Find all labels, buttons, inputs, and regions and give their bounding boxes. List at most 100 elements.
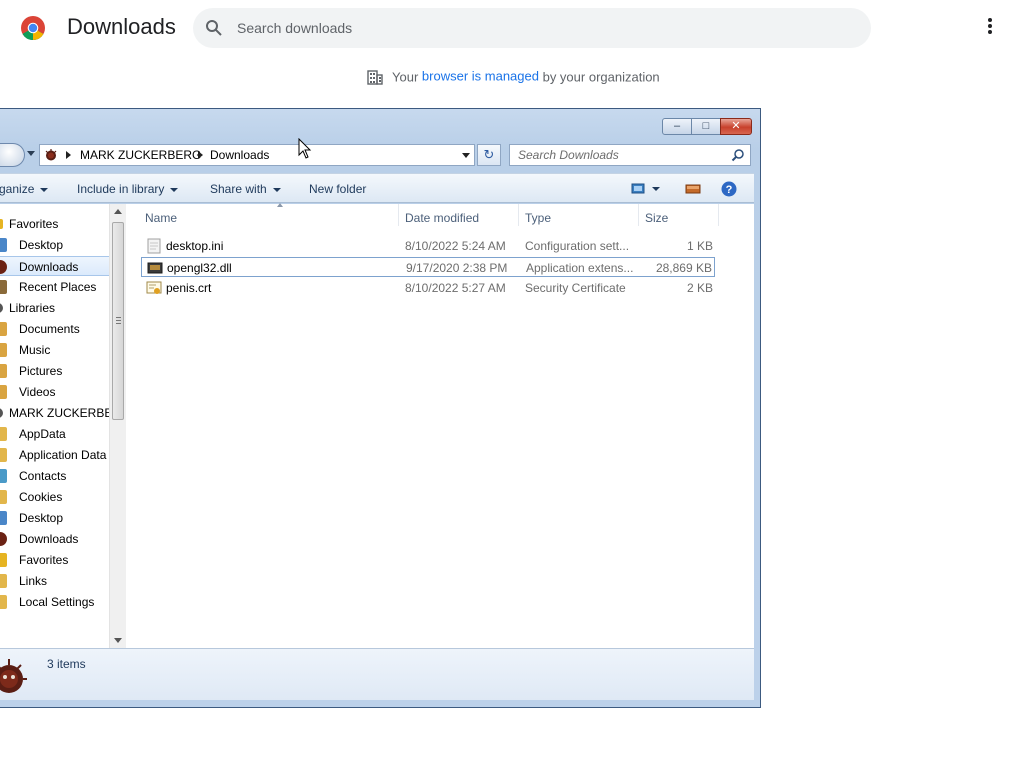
view-options-dropdown-icon[interactable]	[652, 187, 660, 191]
maximize-button[interactable]: □	[691, 118, 721, 135]
videos-icon	[0, 385, 7, 399]
include-in-library-menu[interactable]: Include in library	[77, 182, 179, 196]
scroll-up-icon[interactable]	[114, 209, 122, 214]
nav-item-label: Documents	[19, 322, 80, 336]
ini-file-icon	[147, 238, 161, 254]
pictures-icon	[0, 364, 7, 378]
managed-suffix: by your organization	[542, 69, 660, 85]
folder-shortcut-icon	[0, 490, 7, 504]
file-name: desktop.ini	[166, 239, 224, 253]
breadcrumb-separator-icon[interactable]	[198, 151, 203, 159]
nav-item-label: Favorites	[9, 217, 59, 231]
file-size: 1 KB	[686, 239, 713, 253]
dll-file-icon	[147, 262, 163, 274]
scroll-down-icon[interactable]	[114, 638, 122, 643]
nav-item-label: Contacts	[19, 469, 67, 483]
address-bar[interactable]: MARK ZUCKERBERG Downloads	[39, 144, 475, 166]
nav-item-mark-zuckerber[interactable]: MARK ZUCKERBER	[0, 403, 109, 423]
more-actions-icon[interactable]	[980, 16, 1000, 40]
file-row[interactable]: opengl32.dll 9/17/2020 2:38 PM Application…	[141, 257, 715, 277]
nav-item-label: Links	[19, 574, 48, 588]
nav-item-desktop[interactable]: Desktop	[0, 235, 109, 255]
chrome-downloads-header: Downloads Search downloads	[0, 0, 1024, 56]
star-icon	[0, 553, 7, 567]
help-icon[interactable]: ?	[721, 181, 737, 197]
column-header-name[interactable]: Name	[139, 203, 399, 226]
nav-item-label: Pictures	[19, 364, 63, 378]
breadcrumb-downloads[interactable]: Downloads	[210, 148, 269, 162]
nav-item-favorites[interactable]: Favorites	[0, 550, 109, 570]
nav-item-libraries[interactable]: Libraries	[0, 298, 109, 318]
search-icon[interactable]	[731, 148, 745, 162]
recent-pages-dropdown-icon[interactable]	[27, 151, 35, 156]
nav-item-videos[interactable]: Videos	[0, 382, 109, 402]
explorer-search-input[interactable]: Search Downloads	[509, 144, 751, 166]
nav-item-local-settings[interactable]: Local Settings	[0, 592, 109, 612]
nav-item-recent-places[interactable]: Recent Places	[0, 277, 109, 297]
explorer-window: – □ ✕ MARK ZUCKERBERG Downloads ↻ Search…	[0, 108, 761, 708]
star-icon	[0, 219, 3, 229]
refresh-button[interactable]: ↻	[477, 144, 501, 166]
navigation-row: MARK ZUCKERBERG Downloads ↻ Search Downl…	[0, 143, 761, 167]
column-header-date-modified[interactable]: Date modified	[399, 204, 519, 226]
share-with-menu[interactable]: Share with	[210, 182, 281, 196]
scrollbar-thumb[interactable]	[112, 222, 124, 420]
column-header-type[interactable]: Type	[519, 204, 639, 226]
nav-item-links[interactable]: Links	[0, 571, 109, 591]
nav-item-downloads[interactable]: Downloads	[0, 529, 109, 549]
nav-item-desktop[interactable]: Desktop	[0, 508, 109, 528]
minimize-button[interactable]: –	[662, 118, 692, 135]
nav-item-label: Videos	[19, 385, 56, 399]
sort-ascending-icon	[277, 203, 283, 207]
new-folder-button[interactable]: New folder	[309, 182, 366, 196]
file-date-modified: 8/10/2022 5:24 AM	[405, 239, 506, 253]
nav-item-label: Music	[19, 343, 51, 357]
building-icon	[367, 70, 383, 85]
breadcrumb-user[interactable]: MARK ZUCKERBERG	[80, 148, 201, 162]
contacts-icon	[0, 469, 7, 483]
nav-item-favorites[interactable]: Favorites	[0, 214, 109, 234]
nav-item-label: MARK ZUCKERBER	[9, 406, 109, 420]
nav-item-label: Downloads	[19, 260, 79, 274]
nav-item-cookies[interactable]: Cookies	[0, 487, 109, 507]
column-header-size[interactable]: Size	[639, 204, 719, 226]
documents-icon	[0, 322, 7, 336]
user-folder-icon	[45, 149, 57, 161]
search-placeholder: Search downloads	[237, 20, 353, 36]
search-icon	[206, 20, 222, 36]
file-list: Name Date modified Type Size desktop.ini…	[127, 203, 754, 648]
nav-item-appdata[interactable]: AppData	[0, 424, 109, 444]
managed-prefix: Your	[392, 69, 419, 85]
organize-menu[interactable]: ganize	[0, 182, 49, 196]
folder-shortcut-icon	[0, 595, 7, 609]
downloads-search-input[interactable]: Search downloads	[193, 8, 871, 48]
svg-text:?: ?	[726, 184, 733, 196]
mouse-cursor-icon	[298, 138, 312, 159]
file-row[interactable]: penis.crt 8/10/2022 5:27 AM Security Certi…	[141, 278, 715, 298]
file-size: 2 KB	[686, 281, 713, 295]
file-row[interactable]: desktop.ini 8/10/2022 5:24 AM Configuratio…	[141, 236, 715, 256]
close-button[interactable]: ✕	[720, 118, 752, 135]
navigation-scrollbar[interactable]	[109, 204, 126, 648]
change-view-icon[interactable]	[631, 181, 647, 197]
nav-item-application-data[interactable]: Application Data	[0, 445, 109, 465]
file-size: 28,869 KB	[655, 261, 712, 275]
file-type: Security Certificate	[525, 281, 626, 295]
preview-pane-icon[interactable]	[685, 181, 701, 197]
nav-item-documents[interactable]: Documents	[0, 319, 109, 339]
nav-item-music[interactable]: Music	[0, 340, 109, 360]
breadcrumb-separator-icon[interactable]	[66, 151, 71, 159]
nav-item-label: Application Data	[19, 448, 107, 462]
command-toolbar: ganize Include in library Share with New…	[0, 173, 754, 203]
address-history-dropdown-icon[interactable]	[462, 153, 470, 158]
downloads-folder-icon	[0, 260, 7, 274]
browser-managed-link[interactable]: browser is managed	[422, 68, 539, 83]
nav-item-contacts[interactable]: Contacts	[0, 466, 109, 486]
items-count: 3 items	[47, 657, 86, 671]
file-name: penis.crt	[166, 281, 212, 295]
certificate-file-icon	[146, 281, 162, 294]
nav-item-downloads[interactable]: Downloads	[0, 256, 109, 276]
nav-item-pictures[interactable]: Pictures	[0, 361, 109, 381]
back-button[interactable]	[0, 143, 25, 167]
file-name: opengl32.dll	[167, 261, 232, 275]
